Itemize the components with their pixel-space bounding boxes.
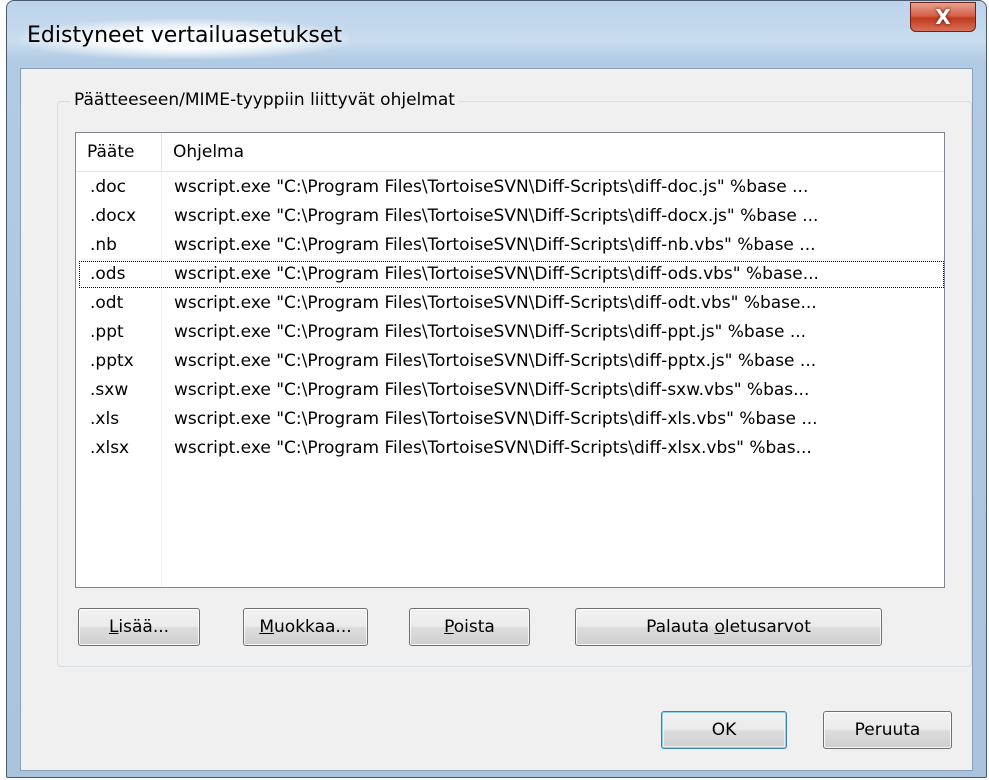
row-program: wscript.exe "C:\Program Files\TortoiseSV…	[174, 293, 817, 313]
restore-button-label-start: Palauta	[646, 617, 715, 637]
table-row[interactable]: .xls wscript.exe "C:\Program Files\Torto…	[76, 405, 944, 434]
table-row-focused[interactable]: .ods wscript.exe "C:\Program Files\Torto…	[76, 260, 944, 289]
row-extension: .ppt	[90, 322, 124, 342]
table-row[interactable]: .ppt wscript.exe "C:\Program Files\Torto…	[76, 318, 944, 347]
row-program: wscript.exe "C:\Program Files\TortoiseSV…	[174, 438, 812, 458]
edit-button[interactable]: Muokkaa...	[243, 608, 368, 646]
remove-button-mnemonic: P	[444, 617, 454, 637]
row-program: wscript.exe "C:\Program Files\TortoiseSV…	[174, 235, 816, 255]
remove-button-label: oista	[453, 617, 495, 637]
restore-button-label-end: letusarvot	[724, 617, 811, 637]
table-row[interactable]: .doc wscript.exe "C:\Program Files\Torto…	[76, 173, 944, 202]
row-extension: .nb	[90, 235, 117, 255]
associations-group: Päätteeseen/MIME-tyyppiin liittyvät ohje…	[57, 90, 972, 667]
add-button-mnemonic: L	[108, 617, 119, 637]
cancel-button[interactable]: Peruuta	[823, 711, 952, 749]
group-caption: Päätteeseen/MIME-tyyppiin liittyvät ohje…	[70, 90, 459, 110]
dialog-client-area: Päätteeseen/MIME-tyyppiin liittyvät ohje…	[20, 68, 973, 771]
row-extension: .pptx	[90, 351, 134, 371]
table-row[interactable]: .odt wscript.exe "C:\Program Files\Torto…	[76, 289, 944, 318]
row-extension: .docx	[90, 206, 137, 226]
row-program: wscript.exe "C:\Program Files\TortoiseSV…	[174, 322, 807, 342]
row-extension: .sxw	[90, 380, 129, 400]
row-extension: .ods	[90, 264, 126, 284]
table-row[interactable]: .docx wscript.exe "C:\Program Files\Tort…	[76, 202, 944, 231]
dialog-window: Edistyneet vertailuasetukset X Päätteese…	[6, 0, 987, 778]
row-program: wscript.exe "C:\Program Files\TortoiseSV…	[174, 409, 818, 429]
list-header: Pääte Ohjelma	[76, 133, 944, 172]
close-button[interactable]: X	[910, 2, 976, 32]
add-button-label: isää...	[118, 617, 170, 637]
row-program: wscript.exe "C:\Program Files\TortoiseSV…	[174, 206, 819, 226]
row-program: wscript.exe "C:\Program Files\TortoiseSV…	[174, 264, 819, 284]
table-row[interactable]: .sxw wscript.exe "C:\Program Files\Torto…	[76, 376, 944, 405]
edit-button-label: uokkaa...	[274, 617, 352, 637]
list-rows: .doc wscript.exe "C:\Program Files\Torto…	[76, 173, 944, 463]
column-header-program[interactable]: Ohjelma	[161, 133, 941, 171]
remove-button[interactable]: Poista	[409, 608, 530, 646]
row-program: wscript.exe "C:\Program Files\TortoiseSV…	[174, 177, 809, 197]
row-program: wscript.exe "C:\Program Files\TortoiseSV…	[174, 380, 810, 400]
restore-defaults-button[interactable]: Palauta oletusarvot	[575, 608, 882, 646]
row-extension: .xlsx	[90, 438, 130, 458]
title-bar[interactable]: Edistyneet vertailuasetukset X	[7, 1, 986, 69]
edit-button-mnemonic: M	[259, 617, 275, 637]
ok-button[interactable]: OK	[661, 711, 787, 749]
row-program: wscript.exe "C:\Program Files\TortoiseSV…	[174, 351, 817, 371]
table-row[interactable]: .nb wscript.exe "C:\Program Files\Tortoi…	[76, 231, 944, 260]
close-icon: X	[935, 5, 951, 29]
row-extension: .doc	[90, 177, 126, 197]
window-title: Edistyneet vertailuasetukset	[27, 23, 343, 48]
restore-button-mnemonic: o	[714, 617, 725, 637]
table-row[interactable]: .pptx wscript.exe "C:\Program Files\Tort…	[76, 347, 944, 376]
associations-list[interactable]: Pääte Ohjelma .doc wscript.exe "C:\Progr…	[75, 132, 945, 588]
add-button[interactable]: Lisää...	[78, 608, 200, 646]
row-extension: .odt	[90, 293, 124, 313]
table-row[interactable]: .xlsx wscript.exe "C:\Program Files\Tort…	[76, 434, 944, 463]
column-header-extension[interactable]: Pääte	[76, 133, 161, 171]
row-extension: .xls	[90, 409, 120, 429]
